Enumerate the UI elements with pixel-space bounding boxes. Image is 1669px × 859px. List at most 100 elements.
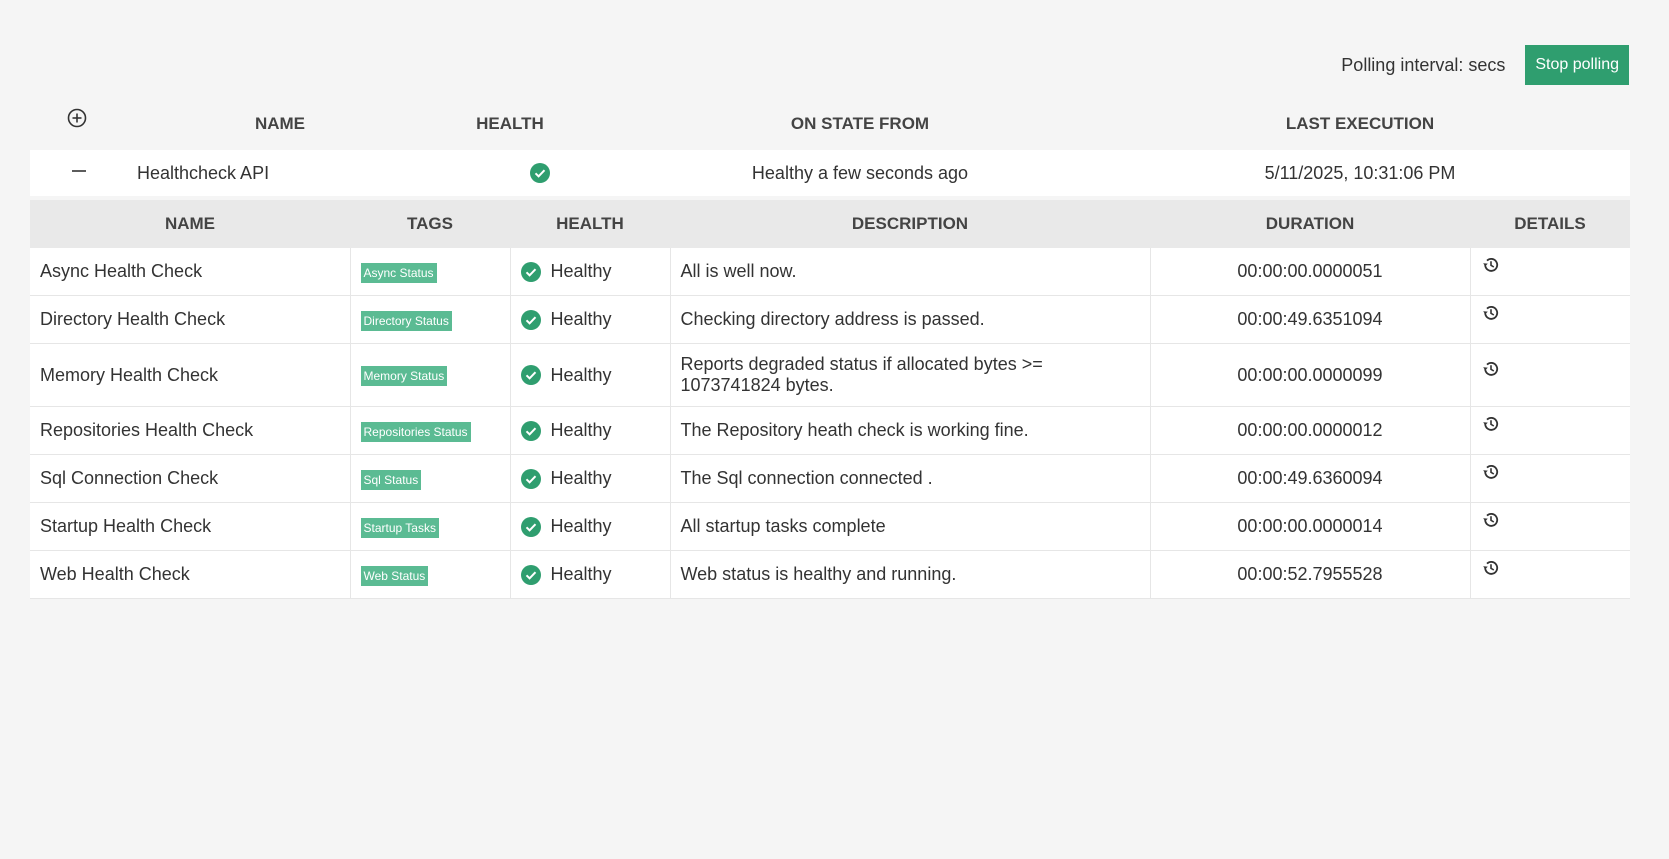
check-details (1470, 502, 1630, 551)
check-description: All is well now. (670, 248, 1151, 296)
health-status-text: Healthy (550, 420, 612, 440)
check-circle-icon (520, 564, 541, 585)
column-header-description: DESCRIPTION (670, 200, 1150, 248)
column-header-duration: DURATION (1150, 200, 1470, 248)
check-description: The Sql connection connected . (670, 454, 1151, 503)
check-duration: 00:00:49.6360094 (1150, 454, 1471, 503)
health-status-text: Healthy (550, 261, 612, 281)
check-name: Sql Connection Check (30, 454, 351, 503)
check-duration: 00:00:00.0000012 (1150, 406, 1471, 455)
check-details (1470, 406, 1630, 455)
check-circle-icon (520, 420, 541, 441)
check-details (1470, 454, 1630, 503)
check-circle-icon (520, 468, 541, 489)
check-tags: Sql Status (350, 454, 511, 503)
check-duration: 00:00:00.0000014 (1150, 502, 1471, 551)
check-tags: Repositories Status (350, 406, 511, 455)
history-icon[interactable] (1481, 510, 1501, 530)
api-name: Healthcheck API (137, 162, 270, 183)
column-header-health: HEALTH (510, 200, 670, 248)
column-header-tags: TAGS (350, 200, 510, 248)
table-row: Memory Health Check Memory Status Health… (30, 343, 1630, 407)
api-last-execution: 5/11/2025, 10:31:06 PM (1264, 162, 1456, 183)
checks-table: NAME TAGS HEALTH DESCRIPTION DURATION DE… (30, 200, 1630, 599)
tag-badge: Repositories Status (360, 421, 471, 442)
tag-badge: Web Status (360, 565, 429, 586)
check-health: Healthy (510, 550, 671, 599)
check-name: Async Health Check (30, 248, 351, 296)
minus-icon[interactable] (71, 163, 87, 179)
healthchecks-header: NAME HEALTH ON STATE FROM LAST EXECUTION (30, 100, 1630, 148)
history-icon[interactable] (1481, 359, 1501, 379)
column-header-name: NAME (30, 200, 350, 248)
health-status-text: Healthy (550, 364, 612, 385)
health-status-text: Healthy (550, 309, 612, 329)
health-status-text: Healthy (550, 564, 612, 584)
table-row: Web Health Check Web Status Healthy Web … (30, 550, 1630, 599)
check-circle-icon (520, 261, 541, 282)
check-circle-icon (520, 309, 541, 330)
check-duration: 00:00:49.6351094 (1150, 295, 1471, 344)
table-row: Startup Health Check Startup Tasks Healt… (30, 502, 1630, 551)
history-icon[interactable] (1481, 303, 1501, 323)
table-row: Sql Connection Check Sql Status Healthy … (30, 454, 1630, 503)
polling-interval-label: Polling interval: secs (1341, 54, 1506, 75)
check-duration: 00:00:52.7955528 (1150, 550, 1471, 599)
stop-polling-button[interactable]: Stop polling (1525, 45, 1629, 85)
check-name: Web Health Check (30, 550, 351, 599)
check-health: Healthy (510, 343, 671, 407)
check-tags: Memory Status (350, 343, 511, 407)
check-description: The Repository heath check is working fi… (670, 406, 1151, 455)
check-details (1470, 343, 1630, 407)
health-status-text: Healthy (550, 516, 612, 536)
check-health: Healthy (510, 248, 671, 296)
check-details (1470, 248, 1630, 296)
history-icon[interactable] (1481, 462, 1501, 482)
api-health (530, 150, 550, 196)
history-icon[interactable] (1481, 414, 1501, 434)
check-circle-icon (520, 365, 541, 385)
check-tags: Async Status (350, 248, 511, 296)
check-details (1470, 550, 1630, 599)
polling-toolbar: Polling interval: secs Stop polling (1341, 45, 1629, 85)
checks-table-header: NAME TAGS HEALTH DESCRIPTION DURATION DE… (30, 200, 1630, 248)
check-description: All startup tasks complete (670, 502, 1151, 551)
tag-badge: Async Status (360, 262, 437, 283)
header-health: HEALTH (476, 114, 544, 133)
tag-badge: Startup Tasks (360, 517, 439, 538)
check-duration: 00:00:00.0000051 (1150, 248, 1471, 296)
check-health: Healthy (510, 502, 671, 551)
check-circle-icon (520, 516, 541, 537)
header-last-execution: LAST EXECUTION (1285, 114, 1435, 133)
api-on-state-from: Healthy a few seconds ago (751, 162, 969, 183)
check-name: Memory Health Check (30, 343, 351, 407)
check-tags: Startup Tasks (350, 502, 511, 551)
history-icon[interactable] (1481, 558, 1501, 578)
check-details (1470, 295, 1630, 344)
check-circle-icon (530, 163, 550, 183)
tag-badge: Sql Status (360, 469, 422, 490)
check-name: Startup Health Check (30, 502, 351, 551)
table-row: Async Health Check Async Status Healthy … (30, 248, 1630, 296)
tag-badge: Directory Status (360, 310, 452, 331)
check-health: Healthy (510, 295, 671, 344)
check-name: Repositories Health Check (30, 406, 351, 455)
health-status-text: Healthy (550, 468, 612, 488)
tag-badge: Memory Status (360, 366, 448, 386)
circle-plus-icon[interactable] (67, 108, 87, 128)
check-tags: Directory Status (350, 295, 511, 344)
check-description: Checking directory address is passed. (670, 295, 1151, 344)
column-header-details: DETAILS (1470, 200, 1630, 248)
table-row: Repositories Health Check Repositories S… (30, 406, 1630, 455)
header-on-state-from: ON STATE FROM (790, 114, 930, 133)
api-row[interactable]: Healthcheck API Healthy a few seconds ag… (30, 150, 1630, 196)
history-icon[interactable] (1481, 255, 1501, 275)
header-name: NAME (254, 114, 306, 133)
check-name: Directory Health Check (30, 295, 351, 344)
check-description: Web status is healthy and running. (670, 550, 1151, 599)
check-health: Healthy (510, 406, 671, 455)
check-tags: Web Status (350, 550, 511, 599)
check-health: Healthy (510, 454, 671, 503)
table-row: Directory Health Check Directory Status … (30, 295, 1630, 344)
check-description: Reports degraded status if allocated byt… (670, 343, 1151, 407)
